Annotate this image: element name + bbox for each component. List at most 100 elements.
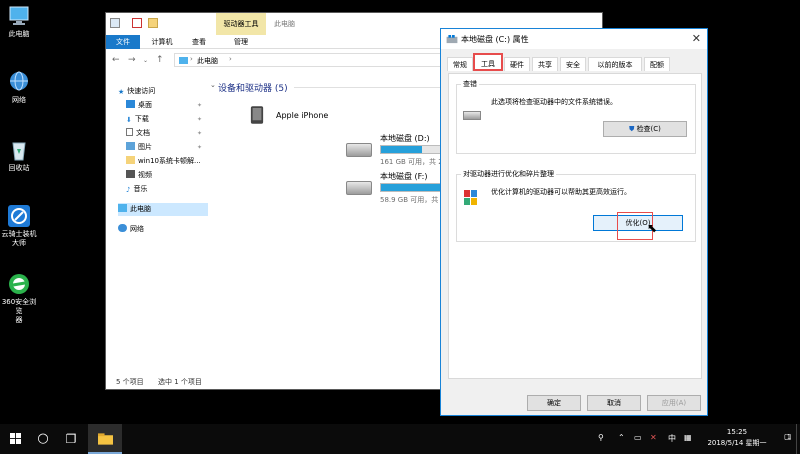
breadcrumb-chevron-icon: ›	[190, 55, 193, 63]
drive-tools-context-tab: 驱动器工具	[216, 13, 266, 35]
nav-item-this-pc[interactable]: 此电脑	[118, 203, 208, 216]
nav-item-documents[interactable]: 文档	[126, 127, 196, 140]
nav-item-network[interactable]: 网络	[118, 223, 208, 236]
check-button[interactable]: ⛊ 检查(C)	[603, 121, 687, 137]
apply-button[interactable]: 应用(A)	[647, 395, 701, 411]
show-desktop-button[interactable]	[796, 424, 800, 454]
input-language[interactable]: 中	[668, 433, 676, 444]
hard-drive-icon	[346, 143, 372, 157]
device-name: Apple iPhone	[276, 111, 329, 120]
tab-manage[interactable]: 管理	[216, 35, 266, 49]
nav-item-label: 下载	[134, 115, 149, 123]
capacity-bar-fill	[381, 146, 423, 153]
desktop-icon-360-browser[interactable]: 360安全浏览 器	[0, 272, 38, 325]
nav-item-label: 视频	[138, 171, 152, 179]
collapse-chevron-icon[interactable]: ⌄	[210, 81, 216, 89]
search-icon[interactable]: ○	[28, 424, 58, 454]
shield-icon: ⛊	[629, 125, 635, 133]
person-icon[interactable]: ⚲	[598, 433, 604, 442]
desktop-icon-yunqishi[interactable]: 云骑士装机 大师	[0, 204, 38, 248]
tab-hardware[interactable]: 硬件	[504, 57, 530, 71]
quick-access-toolbar-icon[interactable]	[110, 18, 120, 28]
pin-icon: ✦	[197, 130, 203, 137]
notification-count: 1	[787, 434, 791, 441]
status-selected-count: 选中 1 个项目	[158, 378, 202, 386]
tab-general[interactable]: 常规	[447, 57, 473, 71]
tab-sharing[interactable]: 共享	[532, 57, 558, 71]
download-icon: ⬇	[126, 116, 132, 124]
tab-security[interactable]: 安全	[560, 57, 586, 71]
clock[interactable]: 15:25 2018/5/14 星期一	[704, 427, 770, 449]
group-label: 查错	[461, 79, 479, 89]
drive-icon	[446, 35, 458, 44]
drive-properties-dialog: 本地磁盘 (C:) 属性 ✕ 常规 工具 硬件 共享 安全 以前的版本 配额 查…	[440, 28, 708, 416]
nav-item-desktop[interactable]: 桌面	[126, 99, 196, 112]
nav-item-label: 音乐	[133, 185, 148, 193]
new-folder-qat-icon[interactable]	[148, 18, 158, 28]
desktop-icon-label: 云骑士装机	[1, 230, 37, 238]
recent-dropdown-icon[interactable]: ⌄	[143, 57, 148, 64]
forward-arrow-icon[interactable]: →	[128, 55, 136, 65]
desktop-icon-label: 大师	[12, 239, 26, 247]
navigation-pane: ★ 快速访问 桌面 ✦ ⬇ 下载 ✦ 文档 ✦ 图片 ✦ win10系统卡顿解...…	[106, 81, 208, 371]
network-tray-icon[interactable]: ▭	[634, 433, 642, 442]
clock-time: 15:25	[726, 428, 748, 436]
device-iphone[interactable]: Apple iPhone	[242, 101, 382, 137]
breadcrumb-chevron-icon[interactable]: ›	[229, 55, 232, 63]
document-icon	[126, 128, 133, 136]
properties-qat-icon[interactable]	[132, 18, 142, 28]
video-icon	[126, 170, 135, 178]
folder-icon	[97, 433, 113, 445]
task-view-icon[interactable]: ❐	[56, 424, 86, 454]
nav-item-pictures[interactable]: 图片	[126, 141, 196, 154]
dialog-tabs: 常规 工具 硬件 共享 安全 以前的版本 配额	[441, 49, 707, 73]
device-name: 本地磁盘 (F:)	[380, 172, 428, 181]
group-description: 此选项将检查驱动器中的文件系统错误。	[491, 98, 617, 106]
nav-item-quick-access[interactable]: ★ 快速访问	[118, 85, 208, 98]
nav-item-label: 网络	[130, 225, 144, 233]
nav-item-folder[interactable]: win10系统卡顿解...	[126, 155, 208, 168]
nav-item-videos[interactable]: 视频	[126, 169, 196, 182]
nav-item-label: 此电脑	[130, 205, 151, 213]
desktop-icon-this-pc[interactable]: 此电脑	[0, 4, 38, 39]
cancel-button[interactable]: 取消	[587, 395, 641, 411]
tab-tools[interactable]: 工具	[473, 53, 503, 71]
device-name: 本地磁盘 (D:)	[380, 134, 430, 143]
pin-icon: ✦	[197, 116, 203, 123]
network-icon	[118, 224, 127, 232]
mouse-cursor-icon: ⬉	[647, 221, 658, 235]
chevron-up-icon[interactable]: ⌃	[618, 433, 625, 442]
defragment-icon	[464, 190, 477, 205]
music-icon: ♪	[126, 186, 131, 194]
tab-previous-versions[interactable]: 以前的版本	[588, 57, 642, 71]
dialog-title: 本地磁盘 (C:) 属性	[461, 35, 529, 44]
desktop-folder-icon	[126, 100, 135, 108]
computer-icon	[118, 204, 127, 212]
desktop-icon-network[interactable]: 网络	[0, 70, 38, 105]
ok-button[interactable]: 确定	[527, 395, 581, 411]
keyboard-icon[interactable]: ▦	[684, 433, 692, 442]
desktop-icon-recycle-bin[interactable]: 回收站	[0, 138, 38, 173]
tab-quota[interactable]: 配额	[644, 57, 670, 71]
up-arrow-icon[interactable]: ↑	[156, 55, 164, 65]
tab-view[interactable]: 查看	[184, 35, 214, 49]
desktop-icon-label: 回收站	[8, 164, 30, 172]
nav-item-music[interactable]: ♪ 音乐	[126, 183, 196, 196]
check-button-label: 检查(C)	[636, 125, 661, 133]
breadcrumb[interactable]: 此电脑	[197, 56, 218, 66]
nav-item-downloads[interactable]: ⬇ 下载	[126, 113, 196, 126]
yunqishi-icon	[8, 205, 30, 227]
tab-computer[interactable]: 计算机	[144, 35, 180, 49]
nav-item-label: win10系统卡顿解...	[138, 157, 201, 165]
volume-off-icon[interactable]: ✕	[650, 433, 657, 442]
clock-date: 2018/5/14 星期一	[707, 439, 767, 447]
file-explorer-taskbar-icon[interactable]	[88, 424, 122, 454]
tab-file[interactable]: 文件	[106, 35, 140, 49]
windows-logo-icon	[9, 433, 21, 444]
optimize-group: 对驱动器进行优化和碎片整理 优化计算机的驱动器可以帮助其更高效运行。 优化(O)…	[456, 169, 696, 242]
section-header[interactable]: 设备和驱动器 (5)	[218, 81, 288, 94]
back-arrow-icon[interactable]: ←	[112, 55, 120, 65]
360-browser-icon	[9, 274, 29, 294]
start-button[interactable]	[0, 424, 30, 454]
close-icon[interactable]: ✕	[692, 32, 701, 45]
